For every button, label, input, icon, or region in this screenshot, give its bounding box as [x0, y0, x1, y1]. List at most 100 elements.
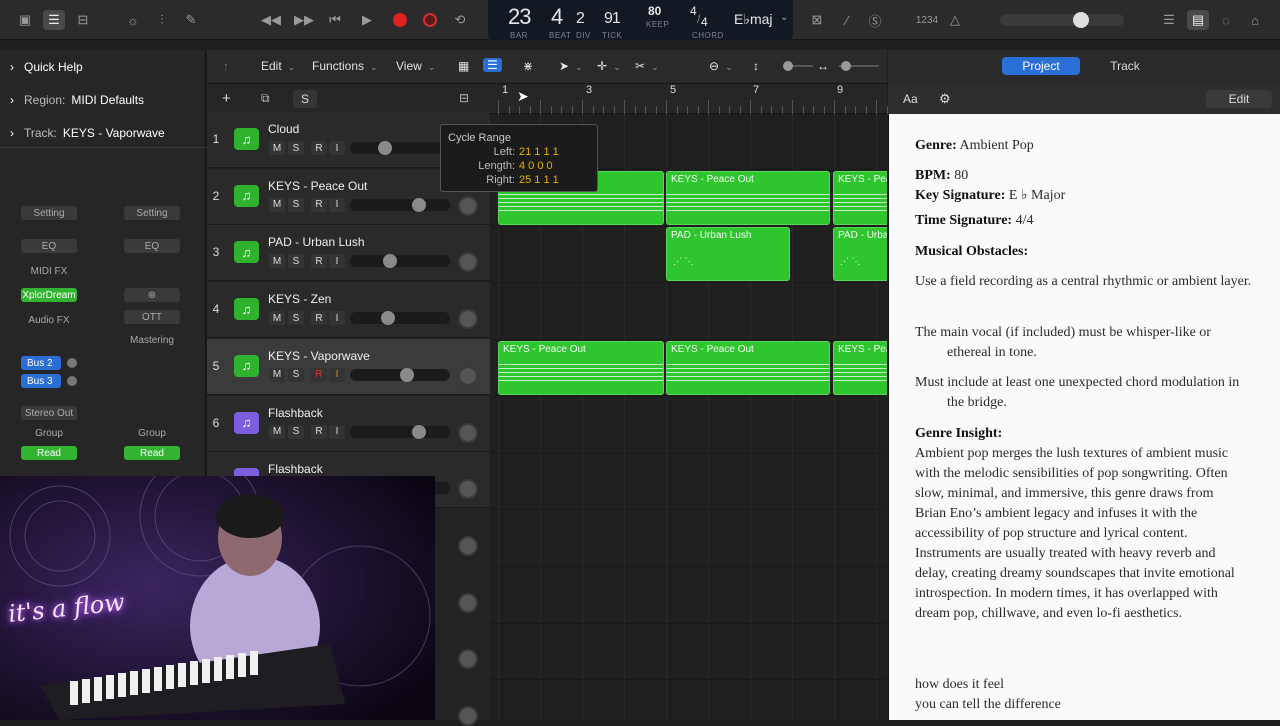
up-arrow-icon[interactable]: ↑ — [223, 59, 229, 73]
global-tracks-icon[interactable]: ⊟ — [459, 91, 469, 105]
instrument-icon[interactable]: ♫ — [234, 128, 259, 150]
tab-track[interactable]: Track — [1086, 57, 1164, 75]
horizontal-zoom-slider[interactable] — [839, 61, 879, 71]
pan-knob[interactable] — [458, 422, 478, 443]
solo-button[interactable]: S — [288, 254, 304, 269]
arrange-area[interactable]: KEYS - Peace Out KEYS - Pea PAD - Urban Lu… — [490, 114, 887, 720]
vertical-zoom-icon[interactable]: ↕ — [753, 59, 759, 73]
list-view-icon[interactable]: ☰ — [483, 58, 502, 72]
inspector-toggle-icon[interactable]: ☰ — [43, 10, 65, 30]
mixer-icon[interactable]: ⫶ — [151, 10, 173, 30]
solo-button[interactable]: S — [288, 197, 304, 212]
instrument-icon[interactable]: ♫ — [234, 354, 259, 377]
pan-knob[interactable] — [458, 309, 478, 330]
horizontal-zoom-icon[interactable]: ↔ — [817, 59, 829, 73]
volume-fader-knob[interactable] — [380, 311, 395, 326]
settings-gear-icon[interactable]: ⚙ — [939, 91, 951, 107]
volume-fader-knob[interactable] — [377, 141, 392, 155]
master-volume-knob[interactable] — [1073, 12, 1090, 28]
volume-fader-knob[interactable] — [411, 424, 426, 439]
group-slot[interactable]: Group — [21, 426, 77, 440]
input-monitor-button[interactable]: I — [329, 311, 345, 326]
pan-knob[interactable] — [458, 479, 478, 500]
solo-button[interactable]: S — [288, 424, 304, 439]
automation-mode-button[interactable]: Read — [21, 446, 77, 460]
track-row[interactable]: › Track: KEYS - Vaporwave — [10, 123, 165, 143]
bar-ruler[interactable]: 1 3 5 7 9 — [490, 84, 888, 114]
automation-mode-button[interactable]: Read — [124, 446, 180, 460]
mute-button[interactable]: M — [269, 311, 285, 326]
global-solo-button[interactable]: S — [293, 90, 317, 108]
channel-eq-button[interactable]: EQ — [124, 239, 180, 253]
snap-icon[interactable]: ⊖ ⌄ — [709, 59, 733, 73]
group-slot[interactable]: Group — [124, 426, 180, 440]
midi-region[interactable]: PAD - Urban Lush ⋰ ⋱ — [666, 227, 790, 281]
pan-knob[interactable] — [458, 252, 478, 273]
loop-browser-icon[interactable]: ◌ — [1215, 10, 1237, 30]
font-button[interactable]: Aa — [903, 92, 918, 106]
tuner-icon[interactable]: ⁄ — [836, 10, 858, 30]
instrument-icon[interactable]: ♫ — [234, 184, 259, 207]
volume-fader-knob[interactable] — [411, 197, 426, 212]
input-monitor-button[interactable]: I — [329, 141, 345, 155]
count-in-icon[interactable]: ⊠ — [806, 10, 828, 30]
mute-button[interactable]: M — [269, 424, 285, 439]
view-menu[interactable]: View ⌄ — [396, 59, 435, 73]
chevron-down-icon[interactable]: ⌄ — [780, 12, 788, 23]
record-enable-button[interactable]: R — [311, 424, 327, 439]
track-row[interactable]: 6 ♫ Flashback M S R I — [207, 395, 490, 452]
record-enable-button[interactable]: R — [311, 311, 327, 326]
edit-button[interactable]: Edit — [1206, 90, 1272, 108]
rewind-icon[interactable]: ◀◀ — [258, 10, 284, 30]
volume-fader[interactable] — [350, 424, 450, 439]
mute-button[interactable]: M — [269, 367, 285, 382]
note-pad-icon[interactable]: ▤ — [1187, 10, 1209, 30]
track-name[interactable]: PAD - Urban Lush — [268, 235, 365, 249]
lcd-key[interactable]: E♭maj — [734, 11, 773, 28]
pan-knob[interactable] — [458, 535, 478, 556]
midi-region[interactable]: KEYS - Peace Out — [666, 341, 830, 395]
vertical-zoom-slider[interactable] — [783, 61, 813, 71]
pan-knob[interactable] — [458, 649, 478, 670]
scissors-icon[interactable]: ✂ ⌄ — [635, 59, 659, 73]
track-row[interactable]: 5 ♫ KEYS - Vaporwave M S R I — [207, 338, 490, 395]
midi-region[interactable]: PAD - Urba ⋰ ⋱ — [833, 227, 887, 281]
pan-knob[interactable] — [458, 195, 478, 216]
midi-region[interactable]: KEYS - Pea — [833, 171, 887, 225]
audio-fx-slot[interactable]: Audio FX — [21, 313, 77, 327]
solo-mode-icon[interactable]: Ⓢ — [864, 10, 886, 30]
go-to-beginning-icon[interactable]: ⏮ — [324, 10, 346, 30]
volume-fader[interactable] — [350, 197, 450, 212]
pan-knob[interactable] — [458, 365, 478, 386]
record-enable-button[interactable]: R — [311, 197, 327, 212]
pan-knob[interactable] — [458, 706, 478, 726]
channel-setting-button[interactable]: Setting — [124, 206, 180, 220]
plugin-slot[interactable]: OTT — [124, 310, 180, 324]
send-knob[interactable] — [67, 376, 77, 386]
fast-forward-icon[interactable]: ▶▶ — [291, 10, 317, 30]
output-slot[interactable]: Mastering — [124, 333, 180, 347]
pan-knob[interactable] — [458, 592, 478, 613]
volume-fader[interactable] — [350, 254, 450, 269]
input-monitor-button[interactable]: I — [329, 254, 345, 269]
output-slot[interactable]: Stereo Out — [21, 406, 77, 420]
functions-menu[interactable]: Functions ⌄ — [312, 59, 378, 73]
track-row[interactable]: 3 ♫ PAD - Urban Lush M S R I — [207, 225, 490, 282]
replace-record-icon[interactable] — [419, 10, 441, 30]
duplicate-track-icon[interactable]: ⧉ — [261, 91, 270, 106]
volume-fader[interactable] — [350, 311, 450, 326]
solo-button[interactable]: S — [288, 311, 304, 326]
send-bus2[interactable]: Bus 2 — [21, 356, 61, 370]
master-volume-slider[interactable] — [1000, 12, 1124, 28]
metronome-icon[interactable]: △ — [944, 10, 966, 30]
smart-controls-icon[interactable]: ☼ — [122, 10, 144, 30]
input-monitor-button[interactable]: I — [329, 424, 345, 439]
count-in-button[interactable]: 1234 — [912, 10, 942, 30]
edit-menu[interactable]: Edit ⌄ — [261, 59, 295, 73]
mute-button[interactable]: M — [269, 197, 285, 212]
send-bus3[interactable]: Bus 3 — [21, 374, 61, 388]
tab-project[interactable]: Project — [1002, 57, 1080, 75]
midi-region[interactable]: KEYS - Peace Out — [498, 341, 664, 395]
midi-region[interactable]: KEYS - Peace Out — [666, 171, 830, 225]
record-enable-button[interactable]: R — [311, 141, 327, 155]
